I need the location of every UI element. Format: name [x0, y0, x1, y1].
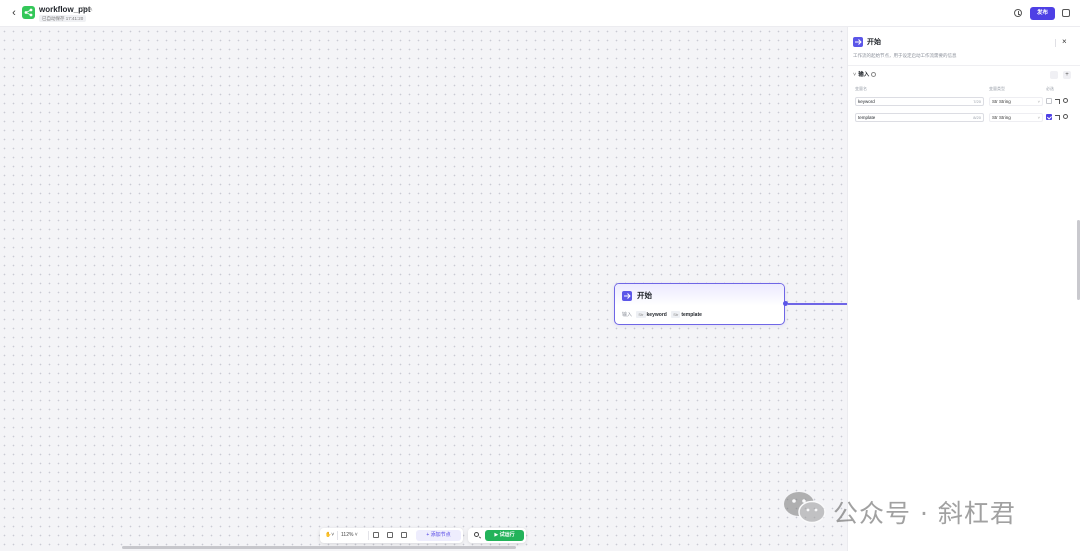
horizontal-scrollbar[interactable] [122, 546, 516, 549]
grid-icon[interactable] [387, 532, 393, 538]
start-node-inputs: 输入 Str keyword Str template [622, 311, 702, 319]
variable-name-input[interactable]: template 8/20 [855, 113, 984, 122]
required-checkbox[interactable] [1046, 98, 1052, 104]
divider [337, 531, 338, 540]
add-variable-button[interactable]: + [1063, 71, 1071, 79]
required-checkbox[interactable] [1046, 114, 1052, 120]
add-node-button[interactable]: + 添加节点 [416, 530, 461, 541]
autosave-status: 已自动保存 17:41:20 [39, 15, 87, 22]
top-bar: ‹ workflow_ppt ⚙ ✎ 已自动保存 17:41:20 发布 [0, 0, 1080, 27]
copy-icon[interactable] [1062, 9, 1070, 17]
input-section-toggle[interactable]: ˅ 输入 [853, 72, 877, 79]
divider [848, 65, 1080, 66]
test-run-button[interactable]: ▶ 试运行 [485, 530, 524, 541]
canvas-toolbar: ✋˅ 112% ˅ + 添加节点 [320, 528, 463, 543]
workflow-app-icon [22, 6, 35, 19]
start-node[interactable]: 开始 输入 Str keyword Str template [614, 283, 785, 325]
expand-icon[interactable] [1055, 115, 1060, 120]
expand-icon[interactable] [1055, 99, 1060, 104]
connection-edge [788, 303, 847, 305]
chevron-down-icon: ˅ [1037, 115, 1040, 120]
back-chevron-icon[interactable]: ‹ [8, 6, 20, 20]
close-icon[interactable]: × [1062, 37, 1067, 46]
variable-type-select[interactable]: Str String ˅ [989, 97, 1043, 106]
node-config-panel: 开始 × 工作流的起始节点，用于设定启动工作流需要的信息 ˅ 输入 + 变量名 变… [847, 27, 1080, 551]
info-icon [871, 72, 877, 78]
start-node-icon [853, 37, 863, 47]
divider [1055, 39, 1056, 47]
watermark-text: 公众号 · 斜杠君 [833, 499, 1016, 528]
start-node-title: 开始 [637, 291, 652, 300]
start-node-icon [622, 291, 632, 301]
column-header-name: 变量名 [855, 86, 867, 91]
remove-icon[interactable] [1063, 98, 1068, 103]
variable-type-select[interactable]: Str String ˅ [989, 113, 1043, 122]
run-toolbar: ▶ 试运行 [468, 528, 526, 543]
column-header-type: 变量类型 [989, 86, 1005, 91]
chevron-down-icon: ˅ [853, 72, 857, 78]
input-chip: Str keyword [636, 311, 667, 318]
remove-icon[interactable] [1063, 114, 1068, 119]
minimap-icon[interactable] [401, 532, 407, 538]
wechat-logo-icon [784, 492, 826, 524]
edit-name-icon[interactable]: ⚙ ✎ [81, 6, 93, 13]
inputs-label: 输入 [622, 312, 633, 318]
variable-name-input[interactable]: keyword 7/20 [855, 97, 984, 106]
comment-icon[interactable] [373, 532, 379, 538]
column-header-required: 必选 [1046, 86, 1054, 91]
publish-button[interactable]: 发布 [1030, 7, 1055, 20]
chevron-down-icon: ˅ [1037, 99, 1040, 104]
panel-description: 工作流的起始节点，用于设定启动工作流需要的信息 [853, 53, 957, 58]
zoom-select[interactable]: 112% ˅ [341, 528, 358, 543]
panel-title: 开始 [867, 39, 881, 46]
input-chip: Str template [671, 311, 702, 318]
import-icon[interactable] [1050, 71, 1058, 79]
divider [368, 531, 369, 540]
history-icon[interactable] [1014, 9, 1022, 17]
pointer-mode-icon[interactable]: ✋˅ [325, 528, 334, 543]
watermark: 公众号 · 斜杠君 [783, 490, 1053, 528]
search-icon[interactable] [474, 532, 479, 537]
